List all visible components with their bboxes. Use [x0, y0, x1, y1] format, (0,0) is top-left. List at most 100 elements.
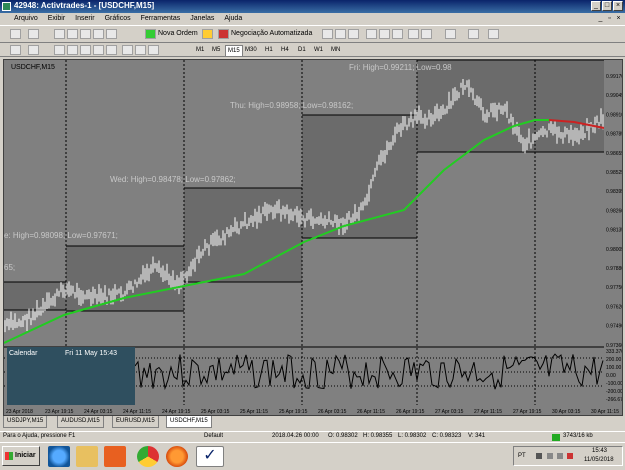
- line-chart-icon[interactable]: [348, 29, 359, 39]
- media-player-icon[interactable]: [104, 446, 126, 467]
- time-tick: 24 Apr 19:15: [162, 409, 191, 415]
- window-title: 42948: Activtrades-1 - [USDCHF,M15]: [14, 1, 155, 10]
- flag-icon[interactable]: [567, 453, 573, 459]
- title-bar: 42948: Activtrades-1 - [USDCHF,M15] _ □ …: [0, 0, 625, 13]
- tab-eurusd[interactable]: EURUSD,M15: [112, 416, 159, 428]
- time-tick: 26 Apr 03:15: [318, 409, 347, 415]
- trendline-icon[interactable]: [80, 45, 91, 55]
- menu-ferramentas[interactable]: Ferramentas: [141, 13, 181, 25]
- profiles-icon[interactable]: [28, 29, 39, 39]
- mdi-close-icon[interactable]: ×: [614, 14, 623, 23]
- tab-audusd[interactable]: AUDUSD,M15: [57, 416, 104, 428]
- horizontal-line-icon[interactable]: [67, 45, 78, 55]
- new-order-button[interactable]: Nova Ordem: [158, 30, 198, 37]
- zoom-in-icon[interactable]: [366, 29, 377, 39]
- bar-chart-icon[interactable]: [322, 29, 333, 39]
- time-tick: 23 Apr 2018: [6, 409, 33, 415]
- timeframe-m1[interactable]: M1: [194, 45, 206, 55]
- label-tool-icon[interactable]: [135, 45, 146, 55]
- timeframe-h1[interactable]: H1: [263, 45, 275, 55]
- time-tick: 24 Apr 03:15: [84, 409, 113, 415]
- indicator-tick: 200.00: [606, 357, 622, 363]
- tray-arrow-icon[interactable]: [536, 453, 542, 459]
- new-order-icon[interactable]: [145, 29, 156, 39]
- indicator-tick: 333.3709: [606, 349, 623, 355]
- timeframe-m5[interactable]: M5: [210, 45, 222, 55]
- data-window-icon[interactable]: [67, 29, 78, 39]
- time-tick: 30 Apr 03:15: [552, 409, 581, 415]
- market-watch-icon[interactable]: [54, 29, 65, 39]
- menu-bar: Arquivo Exibir Inserir Gráficos Ferramen…: [0, 13, 625, 25]
- taskbar: Iniciar ✓ PT 15:43 11/05/2018: [0, 442, 625, 470]
- firefox-icon[interactable]: [166, 446, 188, 467]
- time-tick: 27 Apr 03:15: [435, 409, 464, 415]
- chart-shift-icon[interactable]: [421, 29, 432, 39]
- status-help: Para o Ajuda, pressione F1: [3, 433, 76, 439]
- new-chart-icon[interactable]: [10, 29, 21, 39]
- price-tick: 0.98395: [606, 189, 623, 195]
- menu-arquivo[interactable]: Arquivo: [14, 13, 38, 25]
- timeframe-m30[interactable]: M30: [243, 45, 259, 55]
- volume-icon[interactable]: [557, 453, 563, 459]
- indicator-tick: 0.00: [606, 373, 616, 379]
- maximize-button[interactable]: □: [602, 1, 612, 11]
- chart-window[interactable]: USDCHF,M15 e: High=0.98098; Low=0.97671;…: [3, 59, 623, 416]
- timeframe-w1[interactable]: W1: [312, 45, 325, 55]
- timeframe-m15[interactable]: M15: [225, 45, 243, 57]
- language-indicator[interactable]: PT: [518, 453, 526, 459]
- tile-windows-icon[interactable]: [392, 29, 403, 39]
- indicator-tick: -200.00: [606, 389, 623, 395]
- network-icon[interactable]: [547, 453, 553, 459]
- status-high: H: 0.98355: [363, 433, 393, 439]
- price-tick: 0.98910: [606, 112, 623, 118]
- mdi-minimize-icon[interactable]: _: [596, 14, 605, 23]
- menu-janelas[interactable]: Janelas: [190, 13, 214, 25]
- fibonacci-icon[interactable]: [106, 45, 117, 55]
- crosshair-icon[interactable]: [28, 45, 39, 55]
- indicators-icon[interactable]: [445, 29, 456, 39]
- vertical-line-icon[interactable]: [54, 45, 65, 55]
- periods-icon[interactable]: [468, 29, 479, 39]
- timeframe-d1[interactable]: D1: [296, 45, 308, 55]
- autoscroll-icon[interactable]: [408, 29, 419, 39]
- text-tool-icon[interactable]: [122, 45, 133, 55]
- status-traffic: 3743/16 kb: [563, 433, 593, 439]
- price-tick: 0.98655: [606, 151, 623, 157]
- close-button[interactable]: ×: [613, 1, 623, 11]
- metatrader-icon[interactable]: ✓: [196, 446, 224, 467]
- auto-trading-button[interactable]: Negociação Automatizada: [231, 30, 312, 37]
- menu-graficos[interactable]: Gráficos: [105, 13, 131, 25]
- timeframe-mn[interactable]: MN: [329, 45, 342, 55]
- calendar-widget[interactable]: Calendar Fri 11 May 15:43: [7, 347, 135, 405]
- channel-icon[interactable]: [93, 45, 104, 55]
- navigator-icon[interactable]: [80, 29, 91, 39]
- templates-icon[interactable]: [488, 29, 499, 39]
- time-tick: 25 Apr 03:15: [201, 409, 230, 415]
- auto-trading-icon[interactable]: [218, 29, 229, 39]
- menu-ajuda[interactable]: Ajuda: [224, 13, 242, 25]
- day-range-box: [66, 246, 184, 311]
- menu-inserir[interactable]: Inserir: [75, 13, 94, 25]
- status-datetime: 2018.04.26 00:00: [272, 433, 319, 439]
- price-tick: 0.98135: [606, 228, 623, 234]
- mdi-restore-icon[interactable]: ▫: [605, 14, 614, 23]
- timeframe-h4[interactable]: H4: [279, 45, 291, 55]
- chrome-icon[interactable]: [137, 446, 159, 467]
- meta-editor-icon[interactable]: [202, 29, 213, 39]
- folder-icon[interactable]: [76, 446, 98, 467]
- tab-usdjpy[interactable]: USDJPY,M15: [3, 416, 48, 428]
- cursor-icon[interactable]: [10, 45, 21, 55]
- zoom-out-icon[interactable]: [379, 29, 390, 39]
- menu-exibir[interactable]: Exibir: [48, 13, 66, 25]
- clock-time[interactable]: 15:43: [592, 448, 607, 454]
- start-button[interactable]: Iniciar: [2, 446, 40, 466]
- arrows-icon[interactable]: [148, 45, 159, 55]
- tab-usdchf[interactable]: USDCHF,M15: [166, 416, 212, 428]
- terminal-icon[interactable]: [93, 29, 104, 39]
- candlestick-icon[interactable]: [335, 29, 346, 39]
- minimize-button[interactable]: _: [591, 1, 601, 11]
- ie-icon[interactable]: [48, 446, 70, 467]
- strategy-tester-icon[interactable]: [106, 29, 117, 39]
- clock-date[interactable]: 11/05/2018: [584, 457, 614, 463]
- price-tick: 0.98260: [606, 208, 623, 214]
